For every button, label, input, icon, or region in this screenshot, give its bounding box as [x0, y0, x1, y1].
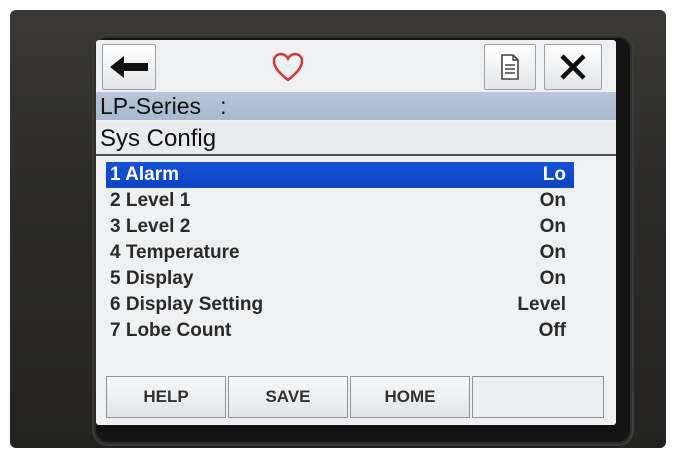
menu-item-value: On — [539, 190, 566, 211]
menu-item-temperature[interactable]: 4 Temperature On — [106, 240, 574, 266]
menu-item-alarm[interactable]: 1 Alarm Lo — [106, 162, 574, 188]
menu-item-value: On — [539, 216, 566, 237]
menu-item-label: 3 Level 2 — [110, 216, 191, 237]
screen-title: Sys Config — [96, 122, 616, 156]
menu-item-label: 4 Temperature — [110, 242, 240, 263]
favorite-heart-icon[interactable] — [268, 50, 308, 84]
menu-item-label: 5 Display — [110, 268, 194, 289]
menu-item-level-1[interactable]: 2 Level 1 On — [106, 188, 574, 214]
home-button[interactable]: HOME — [350, 376, 470, 418]
blank-softkey[interactable] — [472, 376, 604, 418]
close-button[interactable] — [544, 44, 602, 90]
menu-item-label: 2 Level 1 — [110, 190, 191, 211]
document-button[interactable] — [484, 44, 536, 90]
menu-item-label: 7 Lobe Count — [110, 320, 232, 341]
menu-item-value: Off — [538, 320, 566, 341]
menu-item-lobe-count[interactable]: 7 Lobe Count Off — [106, 318, 574, 344]
close-icon — [560, 54, 586, 80]
menu-item-value: Lo — [542, 164, 566, 185]
menu-list: 1 Alarm Lo 2 Level 1 On 3 Level 2 On 4 T… — [106, 162, 574, 372]
lcd-screen: LP-Series : Sys Config 1 Alarm Lo 2 Leve… — [96, 40, 616, 425]
menu-item-value: Level — [517, 294, 566, 315]
arrow-left-icon — [110, 56, 148, 78]
menu-item-label: 1 Alarm — [110, 164, 179, 185]
menu-item-value: On — [539, 268, 566, 289]
menu-item-display[interactable]: 5 Display On — [106, 266, 574, 292]
menu-item-level-2[interactable]: 3 Level 2 On — [106, 214, 574, 240]
softkey-bar: HELP SAVE HOME — [106, 376, 604, 418]
menu-item-label: 6 Display Setting — [110, 294, 264, 315]
help-button[interactable]: HELP — [106, 376, 226, 418]
document-icon — [501, 54, 519, 80]
menu-item-display-setting[interactable]: 6 Display Setting Level — [106, 292, 574, 318]
device-name-bar: LP-Series : — [96, 92, 616, 120]
back-button[interactable] — [102, 44, 156, 90]
save-button[interactable]: SAVE — [228, 376, 348, 418]
menu-item-value: On — [539, 242, 566, 263]
